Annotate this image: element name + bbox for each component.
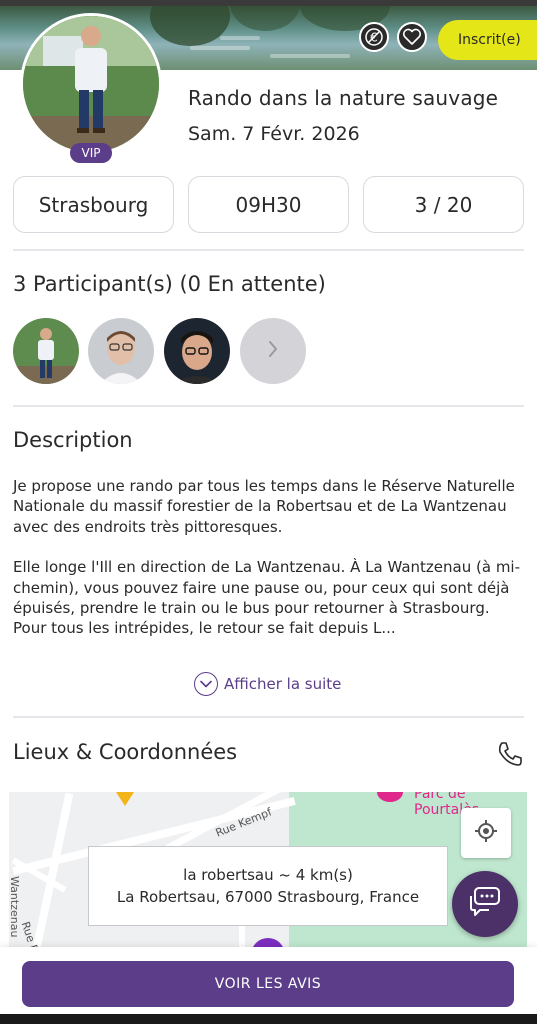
registration-status-label: Inscrit(e) xyxy=(458,32,521,48)
capacity-value: 3 / 20 xyxy=(414,192,473,217)
divider xyxy=(13,716,524,718)
event-title: Rando dans la nature sauvage xyxy=(188,86,499,110)
participant-avatar[interactable] xyxy=(13,318,79,384)
street-label: Wantzenau xyxy=(9,876,21,938)
heart-icon[interactable] xyxy=(397,22,427,52)
crosshair-icon xyxy=(473,818,499,848)
participant-avatar[interactable] xyxy=(88,318,154,384)
location-heading: Lieux & Coordonnées xyxy=(13,740,238,764)
time-box: 09H30 xyxy=(188,176,349,233)
see-reviews-button[interactable]: VOIR LES AVIS xyxy=(22,961,514,1007)
chat-bubbles-icon xyxy=(467,886,503,922)
divider xyxy=(13,249,524,251)
city-value: Strasbourg xyxy=(38,192,149,217)
euro-strikethrough-icon[interactable]: € xyxy=(359,22,389,52)
system-nav-bar xyxy=(0,1014,537,1024)
chat-button[interactable] xyxy=(452,871,518,937)
description-paragraph: Je propose une rando par tous les temps … xyxy=(13,477,515,536)
location-map[interactable]: Rue Kempf Rue Boecklin Wantzenau Parc de… xyxy=(9,792,527,950)
description-heading: Description xyxy=(13,428,133,452)
locate-button[interactable] xyxy=(461,808,511,858)
show-more-label: Afficher la suite xyxy=(224,675,342,693)
place-name: la robertsau ~ 4 km(s) xyxy=(183,866,353,884)
vip-badge-label: VIP xyxy=(81,146,101,160)
participants-heading: 3 Participant(s) (0 En attente) xyxy=(13,272,326,296)
capacity-box: 3 / 20 xyxy=(363,176,524,233)
city-box: Strasbourg xyxy=(13,176,174,233)
more-participants-button[interactable] xyxy=(240,318,306,384)
show-more-button[interactable]: Afficher la suite xyxy=(194,671,341,697)
description-paragraph: Elle longe l'Ill en direction de La Want… xyxy=(13,558,521,638)
street-label: Rue Boecklin xyxy=(19,920,53,950)
organizer-avatar[interactable] xyxy=(20,13,162,155)
event-date: Sam. 7 Févr. 2026 xyxy=(188,123,360,145)
vip-badge: VIP xyxy=(70,143,112,163)
chevron-down-icon xyxy=(194,672,218,696)
map-info-window[interactable]: la robertsau ~ 4 km(s) La Robertsau, 670… xyxy=(88,846,448,926)
registration-status-button[interactable]: Inscrit(e) xyxy=(438,20,537,60)
divider xyxy=(13,405,524,407)
chevron-right-icon xyxy=(265,339,281,363)
participant-avatar[interactable] xyxy=(164,318,230,384)
description-text: Je propose une rando par tous les temps … xyxy=(13,476,523,639)
time-value: 09H30 xyxy=(235,192,302,217)
place-address: La Robertsau, 67000 Strasbourg, France xyxy=(116,888,420,906)
phone-icon[interactable] xyxy=(496,740,524,768)
map-pin xyxy=(116,792,134,806)
see-reviews-label: VOIR LES AVIS xyxy=(214,976,322,992)
